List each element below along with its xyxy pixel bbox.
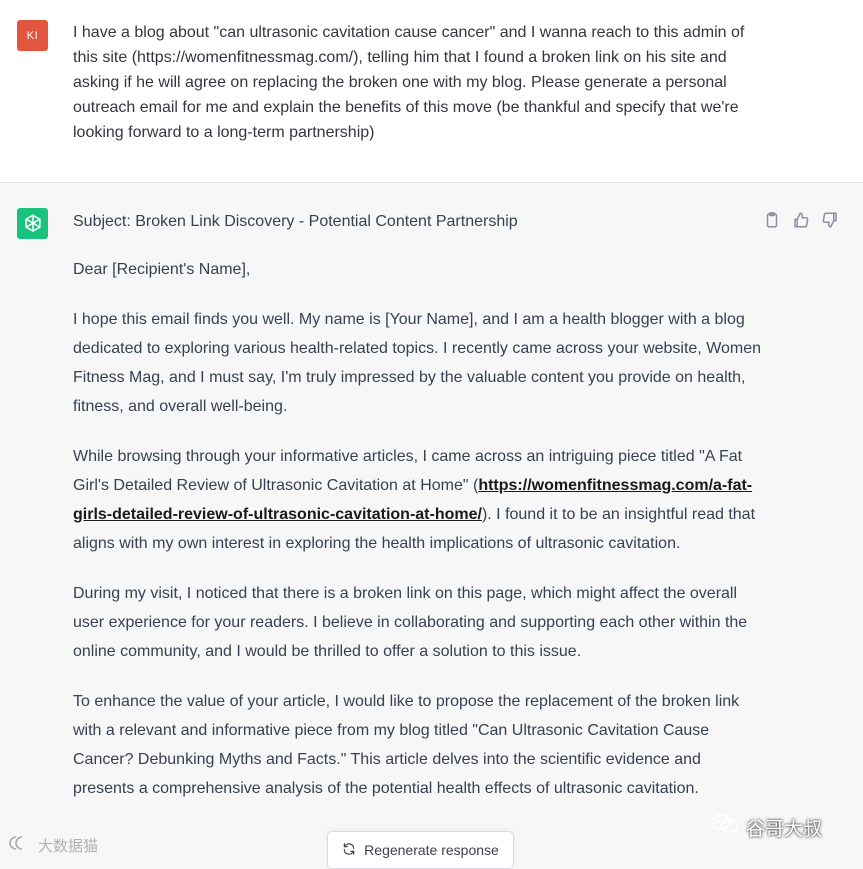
- clipboard-icon[interactable]: [763, 211, 781, 229]
- wechat-icon: [710, 812, 740, 842]
- email-subject: Subject: Broken Link Discovery - Potenti…: [73, 213, 518, 230]
- user-avatar: KI: [17, 20, 48, 51]
- watermark-left: 大数据猫: [8, 834, 98, 856]
- user-message-text: I have a blog about "can ultrasonic cavi…: [73, 24, 745, 141]
- user-message-row: KI I have a blog about "can ultrasonic c…: [0, 0, 863, 183]
- refresh-icon: [342, 842, 356, 859]
- watermark-right: 谷哥大叔: [710, 812, 822, 842]
- assistant-message-text: Subject: Broken Link Discovery - Potenti…: [73, 210, 763, 824]
- email-greeting: Dear [Recipient's Name],: [73, 261, 251, 278]
- regenerate-label: Regenerate response: [364, 842, 499, 858]
- watermark-logo-icon: [8, 834, 34, 856]
- email-paragraph-1: I hope this email finds you well. My nam…: [73, 311, 762, 415]
- watermark-right-text: 谷哥大叔: [746, 818, 823, 840]
- email-paragraph-4: To enhance the value of your article, I …: [73, 693, 740, 797]
- assistant-message-row: Subject: Broken Link Discovery - Potenti…: [0, 183, 863, 864]
- email-paragraph-2: While browsing through your informative …: [73, 442, 763, 558]
- user-avatar-initials: KI: [26, 29, 39, 42]
- message-actions: [763, 211, 839, 229]
- chatgpt-logo-icon: [17, 208, 48, 239]
- watermark-left-text: 大数据猫: [38, 837, 99, 855]
- thumbs-down-icon[interactable]: [821, 211, 839, 229]
- email-paragraph-3: During my visit, I noticed that there is…: [73, 585, 748, 660]
- regenerate-button[interactable]: Regenerate response: [327, 831, 514, 869]
- thumbs-up-icon[interactable]: [792, 211, 810, 229]
